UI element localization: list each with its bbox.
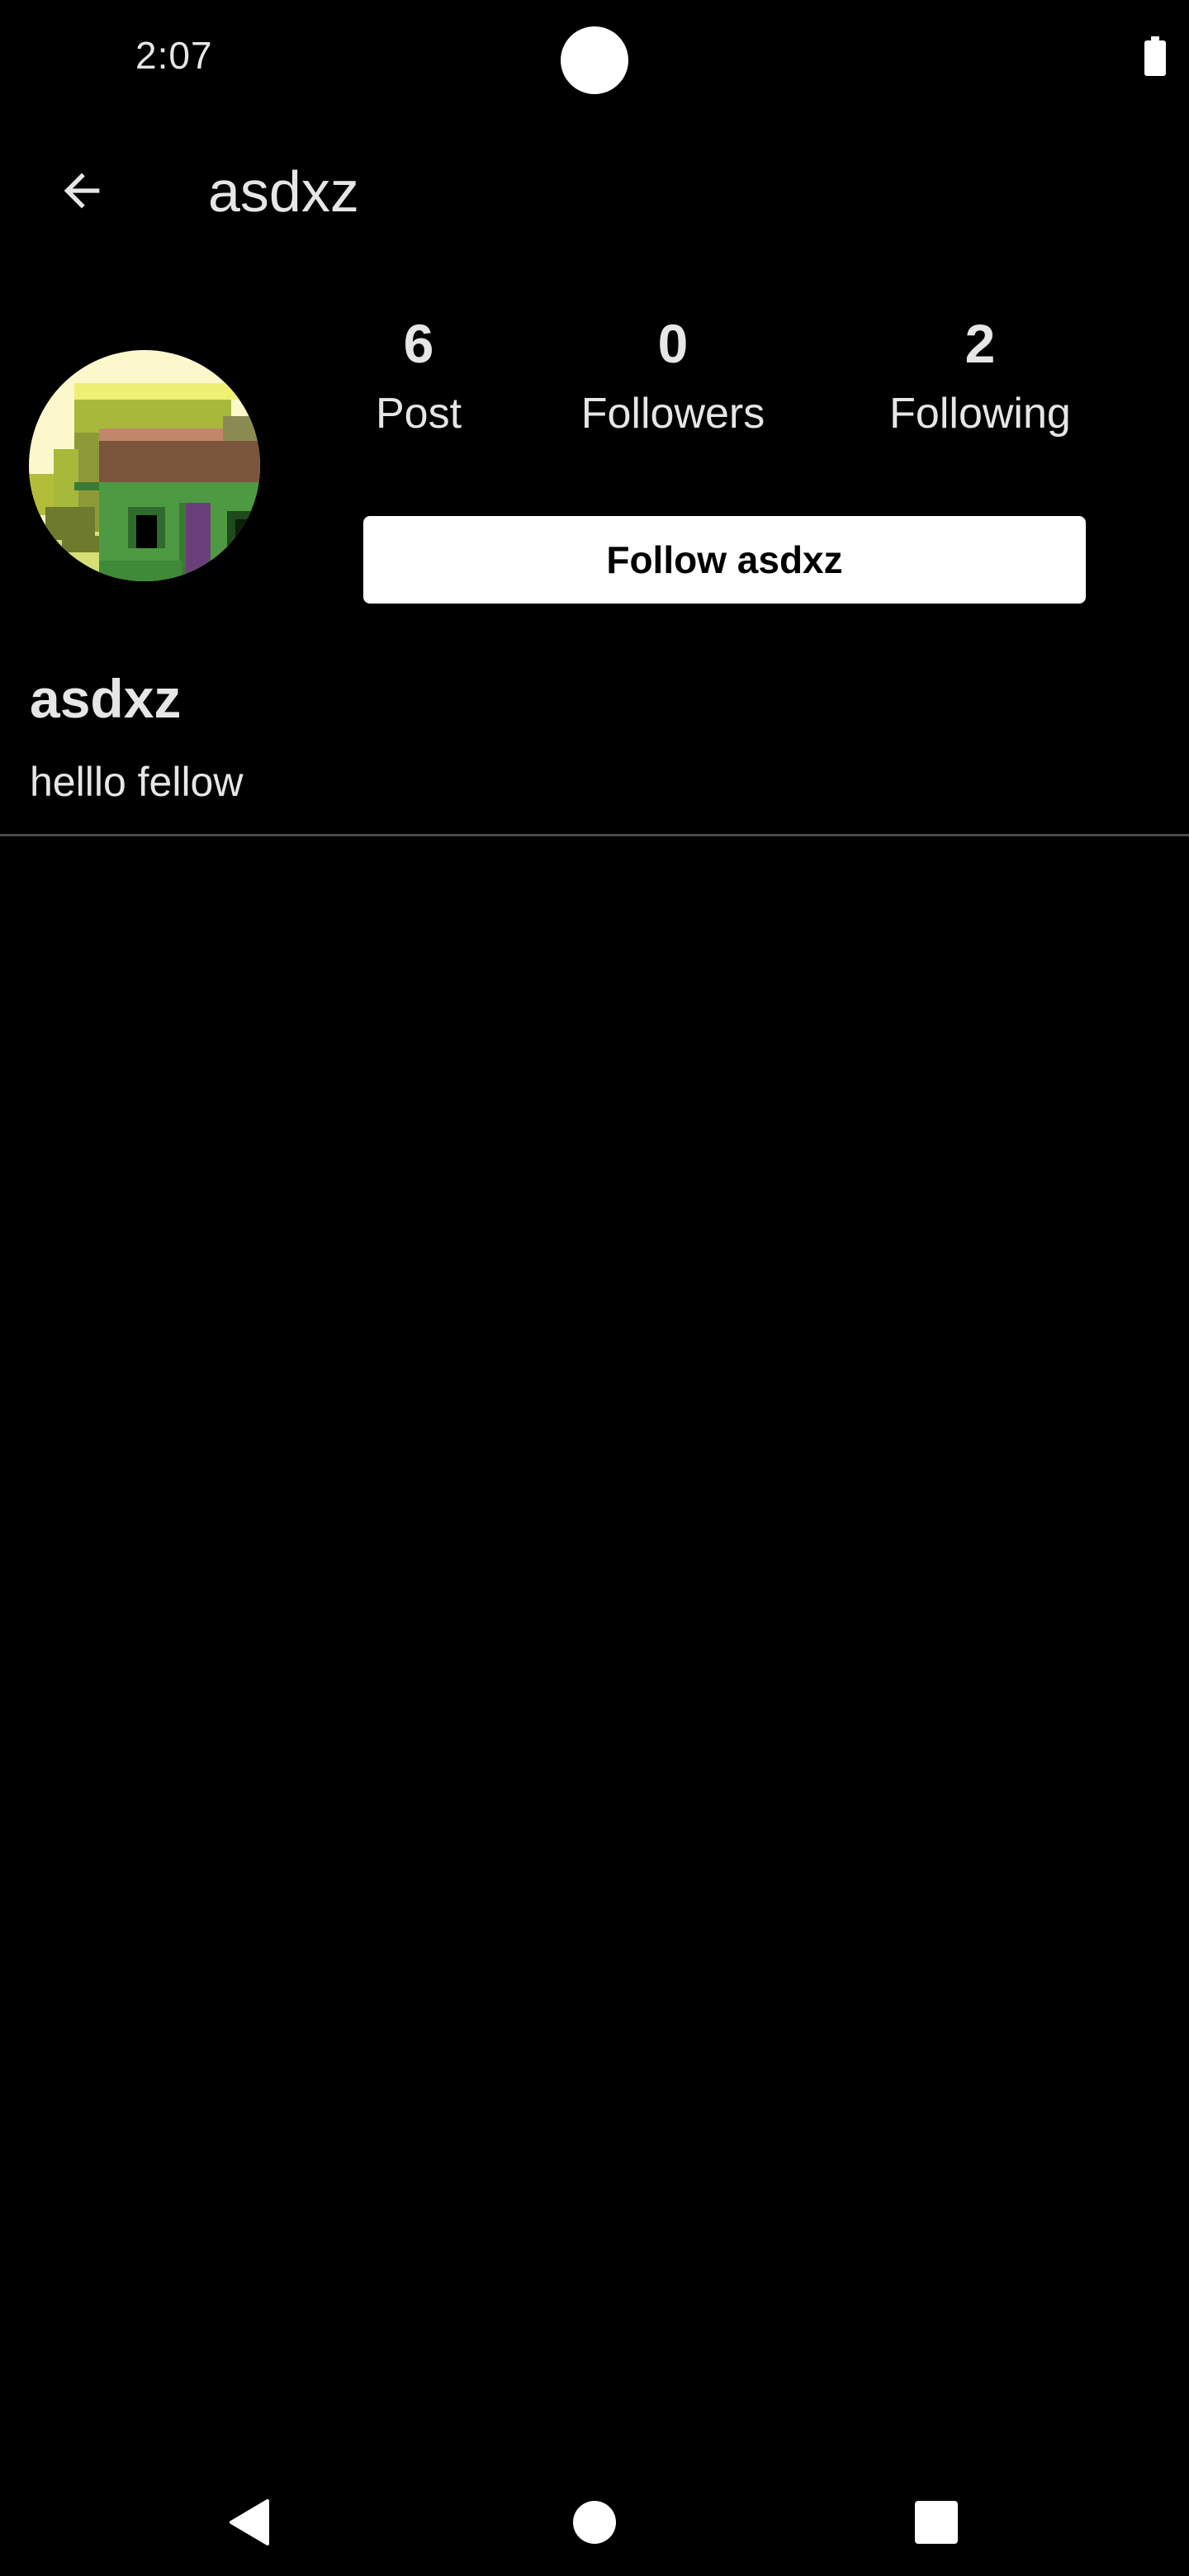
divider (0, 834, 1189, 836)
nav-back-button[interactable] (204, 2477, 295, 2568)
avatar[interactable] (29, 350, 260, 581)
followers-count: 0 (657, 313, 689, 374)
nav-home-button[interactable] (549, 2477, 640, 2568)
status-time: 2:07 (135, 34, 213, 77)
profile-bio: helllo fellow (30, 759, 244, 805)
profile-screen: 2:07 asdxz 6 Post 0 Followers 2 Followin… (0, 0, 1189, 2576)
arrow-left-icon (64, 173, 100, 209)
posts-label: Post (375, 390, 462, 438)
nav-back-triangle-icon (230, 2499, 269, 2545)
following-label: Following (889, 390, 1071, 438)
nav-recents-button[interactable] (891, 2477, 982, 2568)
stat-following[interactable]: 2 Following (856, 310, 1104, 443)
nav-home-circle-icon (573, 2501, 616, 2544)
stat-posts[interactable]: 6 Post (295, 310, 542, 443)
camera-cutout (561, 26, 628, 94)
follow-button[interactable]: Follow asdxz (363, 516, 1086, 604)
page-title: asdxz (208, 159, 359, 224)
posts-count: 6 (403, 313, 434, 374)
following-count: 2 (964, 313, 996, 374)
pixel-art-avatar (29, 350, 260, 581)
nav-recents-square-icon (915, 2501, 958, 2544)
followers-label: Followers (580, 390, 765, 438)
back-button[interactable] (45, 154, 119, 228)
profile-name: asdxz (30, 668, 182, 729)
stat-followers[interactable]: 0 Followers (549, 310, 797, 443)
battery-icon (1144, 36, 1166, 76)
